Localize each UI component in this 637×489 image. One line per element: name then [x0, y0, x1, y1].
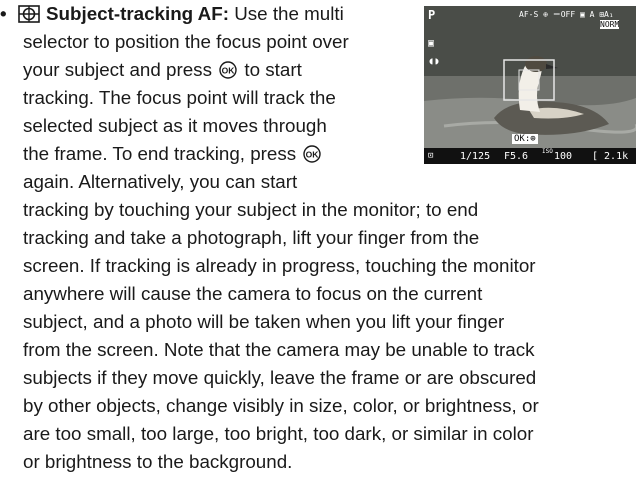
bullet-symbol: • — [0, 3, 7, 24]
subject-tracking-af-icon — [18, 3, 40, 31]
text-line-15: by other objects, change visibly in size… — [23, 395, 539, 416]
text-line-14: subjects if they move quickly, leave the… — [23, 367, 537, 388]
aperture-value: F5.6 — [504, 151, 529, 162]
text-line-4: tracking. The focus point will track the — [23, 87, 336, 108]
svg-text:OK: OK — [222, 66, 236, 76]
svg-text:OK: OK — [306, 150, 320, 160]
iso-value: 100 — [554, 151, 573, 162]
ok-button-icon: OK — [219, 59, 237, 87]
iso-label: ISO — [542, 148, 553, 155]
picture-control-badge: NORM — [600, 20, 620, 29]
text-line-1: • Subject-tracking AF: Use the multi — [0, 0, 344, 31]
text-line-6: the frame. To end tracking, press OK — [23, 140, 323, 171]
camera-left-icon-2: ◖◗ — [428, 56, 441, 67]
line-text: your subject and press — [23, 59, 212, 80]
text-line-11: anywhere will cause the camera to focus … — [23, 283, 483, 304]
text-line-3: your subject and press OK to start — [23, 56, 302, 87]
text-line-7: again. Alternatively, you can start — [23, 171, 298, 192]
text-line-10: screen. If tracking is already in progre… — [23, 255, 536, 276]
shutter-speed: 1/125 — [460, 151, 491, 162]
text-line-2: selector to position the focus point ove… — [23, 31, 349, 52]
text-line-12: subject, and a photo will be taken when … — [23, 311, 505, 332]
section-title: Subject-tracking AF — [46, 3, 223, 24]
line-text: to start — [239, 59, 302, 80]
shots-remaining: [ 2.1k — [592, 151, 629, 162]
text-line-9: tracking and take a photograph, lift you… — [23, 227, 480, 248]
metering-icon: ⊡ — [428, 151, 434, 161]
camera-monitor-illustration: P AF-S ⊕ ＝OFF ▣ A ⊞A₁ NORM ▣ ◖◗ OK:⊕ ⊡ 1… — [424, 6, 636, 164]
line-text: Use the multi — [228, 3, 344, 24]
line-text: the frame. To end tracking, press — [23, 143, 297, 164]
manual-page: P AF-S ⊕ ＝OFF ▣ A ⊞A₁ NORM ▣ ◖◗ OK:⊕ ⊡ 1… — [0, 0, 637, 489]
text-line-5: selected subject as it moves through — [23, 115, 327, 136]
text-line-16: are too small, too large, too bright, to… — [23, 423, 534, 444]
camera-left-icon-1: ▣ — [428, 38, 435, 49]
text-line-8: tracking by touching your subject in the… — [23, 199, 479, 220]
camera-top-status: AF-S ⊕ ＝OFF ▣ A ⊞A₁ — [519, 10, 614, 19]
text-line-13: from the screen. Note that the camera ma… — [23, 339, 535, 360]
text-line-17: or brightness to the background. — [23, 451, 293, 472]
camera-mode-label: P — [428, 8, 436, 22]
ok-tracking-hint: OK:⊕ — [512, 134, 538, 144]
ok-button-icon: OK — [303, 143, 322, 171]
